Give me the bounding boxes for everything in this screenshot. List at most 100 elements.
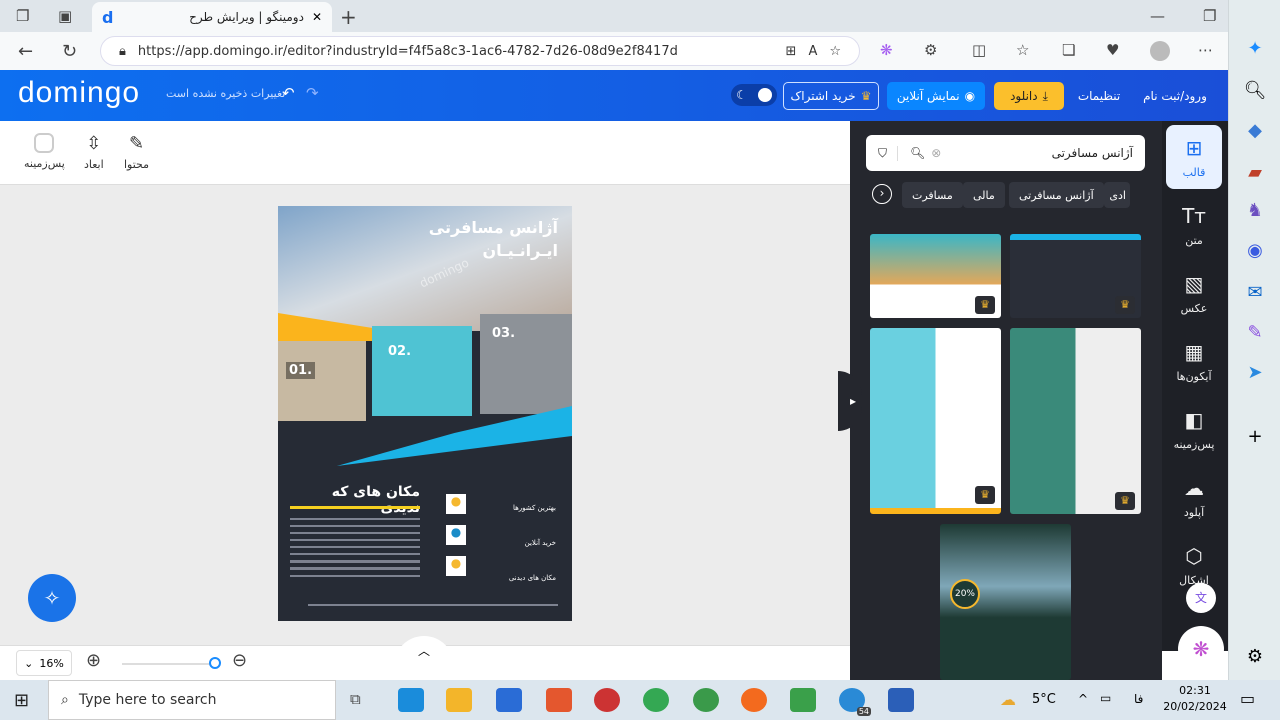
rail-text[interactable]: Tт متن [1166, 193, 1222, 257]
globe-icon: ● [446, 525, 466, 545]
dimensions-tool[interactable]: ⇳ ابعاد [84, 133, 104, 171]
refresh-icon[interactable]: ↻ [62, 41, 77, 62]
settings-link[interactable]: تنظیمات [1076, 82, 1122, 110]
explorer-taskbar-icon[interactable] [446, 688, 472, 712]
subscribe-button[interactable]: ♛ خرید اشتراک [783, 82, 879, 110]
notifications-icon[interactable]: ▭ [1240, 689, 1255, 708]
store-taskbar-icon[interactable] [496, 688, 522, 712]
taskbar-search[interactable]: ⌕ Type here to search [48, 680, 336, 720]
favorites-icon[interactable]: ☆ [1016, 41, 1029, 59]
minimize-icon[interactable]: — [1150, 7, 1165, 25]
preview-button[interactable]: ◉ نمایش آنلاین [887, 82, 985, 110]
chip[interactable]: مسافرت [902, 182, 963, 208]
browser-tab[interactable]: d دومینگو | ویرایش طرح ✕ [92, 2, 332, 32]
template-thumb[interactable]: 20% [940, 524, 1071, 680]
language-indicator[interactable]: فا [1134, 692, 1143, 706]
chip[interactable]: آژانس مسافرتی [1009, 182, 1104, 208]
games-icon[interactable]: ♞ [1243, 200, 1267, 221]
chip[interactable]: ادی [1104, 182, 1130, 208]
login-link[interactable]: ورود/ثبت نام [1140, 82, 1210, 110]
content-tool[interactable]: ✎ محتوا [124, 133, 149, 171]
subscribe-label: خرید اشتراک [790, 89, 856, 103]
number-3: 03. [492, 326, 516, 341]
edge-sidebar: ✦ 🔍︎ ◆ ▰ ♞ ◉ ✉ ✎ ➤ + ⚙ [1228, 0, 1280, 680]
more-icon[interactable]: ⋯ [1198, 41, 1213, 59]
app-taskbar-icon[interactable] [790, 688, 816, 712]
new-tab-icon[interactable]: + [340, 5, 357, 29]
m365-icon[interactable]: ◉ [1243, 240, 1267, 261]
add-sidebar-icon[interactable]: + [1243, 426, 1267, 447]
zoom-slider-handle[interactable] [209, 657, 221, 669]
sidebar-settings-icon[interactable]: ⚙ [1243, 646, 1267, 667]
tab-actions-icon[interactable]: ▣ [58, 7, 72, 25]
translate-icon[interactable]: 文 [1186, 583, 1216, 613]
app-taskbar-icon[interactable] [594, 688, 620, 712]
send-icon[interactable]: ➤ [1243, 362, 1267, 383]
zoom-out-icon[interactable]: ⊖ [232, 650, 247, 671]
search-sidebar-icon[interactable]: 🔍︎ [1243, 80, 1267, 101]
clear-icon[interactable]: ⊗ [931, 146, 941, 160]
tools-icon[interactable]: ▰ [1243, 162, 1267, 183]
extensions-icon[interactable]: ⚙ [924, 41, 937, 59]
download-button[interactable]: ⤓ دانلود [994, 82, 1064, 110]
performance-icon[interactable]: ♥ [1106, 41, 1119, 59]
shopping-icon[interactable]: ◆ [1243, 120, 1267, 141]
close-tab-icon[interactable]: ✕ [312, 10, 322, 24]
taskbar: ⊞ ⌕ Type here to search ⧉ 54 ☁ 5°C ^ ▭ فا… [0, 680, 1280, 720]
restore-icon[interactable]: ❐ [1203, 7, 1216, 25]
split-screen-icon[interactable]: ◫ [972, 41, 986, 59]
outlook-icon[interactable]: ✉ [1243, 282, 1267, 303]
tool-label: ابعاد [84, 158, 104, 171]
back-icon[interactable]: ← [18, 41, 33, 62]
rail-images[interactable]: ▧ عکس [1166, 261, 1222, 325]
logo[interactable]: domingo [18, 76, 140, 110]
template-thumb[interactable]: ♛ [1010, 328, 1141, 514]
clock[interactable]: 02:31 20/02/2024 [1160, 683, 1230, 715]
chrome-taskbar-icon[interactable] [643, 688, 669, 712]
rail-backgrounds[interactable]: ◧ پس‌زمینه [1166, 397, 1222, 461]
read-aloud-icon[interactable]: A [808, 44, 817, 59]
app-icon[interactable]: ⊞ [786, 44, 797, 59]
redo-icon[interactable]: ↷ [306, 84, 319, 102]
zoom-select[interactable]: ⌄ 16% [16, 650, 72, 676]
designer-icon[interactable]: ✎ [1243, 322, 1267, 343]
search-icon[interactable]: 🔍︎ [910, 146, 925, 160]
chips-next-button[interactable]: › [872, 184, 892, 204]
zoom-in-icon[interactable]: ⊕ [86, 650, 101, 671]
background-icon: ◧ [1184, 407, 1204, 432]
profile-avatar[interactable] [1150, 41, 1170, 61]
telegram-taskbar-icon[interactable]: 54 [839, 688, 871, 716]
template-thumb[interactable]: ♛ [870, 328, 1001, 514]
word-taskbar-icon[interactable] [888, 688, 914, 712]
background-tool[interactable]: پس‌زمینه [24, 133, 65, 170]
search-value: آژانس مسافرتی [1051, 146, 1133, 160]
ai-assistant-icon[interactable]: ❋ [1178, 626, 1224, 672]
magic-button[interactable]: ✧ [28, 574, 76, 622]
design-poster[interactable]: آژانس مسافرتی ایـرانـیـان 01. 02. 03. مکا… [278, 206, 572, 621]
battery-icon[interactable]: ▭ [1100, 691, 1111, 705]
theme-toggle[interactable]: ☾ [731, 84, 777, 106]
windows-start-icon[interactable]: ⊞ [14, 690, 29, 711]
filter-icon[interactable]: ⛉ [878, 145, 899, 161]
edge-taskbar-icon[interactable] [398, 688, 424, 712]
copilot-sidebar-icon[interactable]: ✦ [1243, 38, 1267, 59]
template-thumb[interactable]: ♛ [1010, 234, 1141, 318]
chevron-up-icon[interactable]: ^ [1078, 692, 1088, 706]
firefox-taskbar-icon[interactable] [741, 688, 767, 712]
url-field[interactable]: 🔒︎ https://app.domingo.ir/editor?industr… [100, 36, 860, 66]
app-taskbar-icon[interactable] [546, 688, 572, 712]
rail-upload[interactable]: ☁ آپلود [1166, 465, 1222, 529]
rail-icons[interactable]: ▦ آیکون‌ها [1166, 329, 1222, 393]
search-input[interactable]: آژانس مسافرتی ⊗ 🔍︎ ⛉ [866, 135, 1145, 171]
collections-icon[interactable]: ❏ [1062, 41, 1075, 59]
zoom-slider[interactable] [122, 663, 214, 665]
chip[interactable]: مالی [963, 182, 1005, 208]
favorite-icon[interactable]: ☆ [829, 44, 841, 59]
rail-templates[interactable]: ⊞ قالب [1166, 125, 1222, 189]
template-thumb[interactable]: ♛ [870, 234, 1001, 318]
collapse-panel-button[interactable]: ▸ [838, 371, 862, 431]
app-taskbar-icon[interactable] [693, 688, 719, 712]
workspaces-icon[interactable]: ❐ [16, 7, 29, 25]
task-view-icon[interactable]: ⧉ [350, 690, 361, 708]
copilot-icon[interactable]: ❋ [880, 41, 893, 59]
